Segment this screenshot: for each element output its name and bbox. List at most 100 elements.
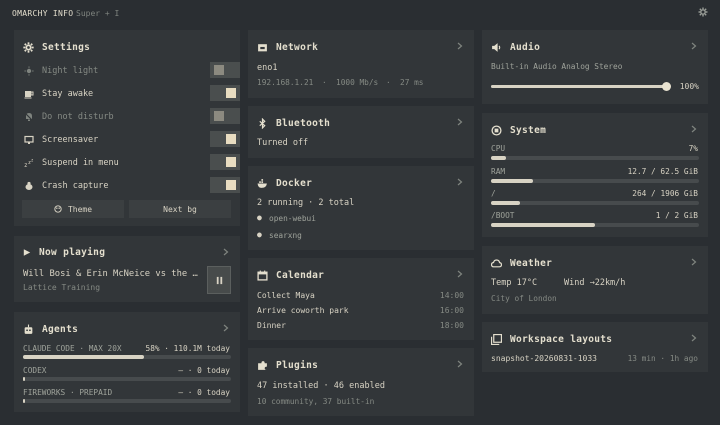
- setting-label: Crash capture: [42, 181, 109, 191]
- bluetooth-card[interactable]: Bluetooth Turned off: [248, 106, 474, 158]
- plugins-card[interactable]: Plugins 47 installed · 46 enabled 10 com…: [248, 348, 474, 416]
- container-status-dot: ●: [257, 213, 262, 222]
- event-name: Dinner: [257, 321, 286, 330]
- now-playing-card[interactable]: Now playing Will Bosi & Erin McNeice vs …: [14, 236, 240, 302]
- network-ip: 192.168.1.21: [257, 78, 314, 87]
- agent-name: FIREWORKS · PREPAID: [23, 388, 113, 397]
- agent-usage-bar: [23, 377, 231, 381]
- plugins-detail: 10 community, 37 built-in: [257, 397, 375, 406]
- stay-awake-toggle[interactable]: [210, 85, 240, 101]
- network-title: Network: [257, 42, 318, 53]
- event-time: 16:00: [439, 306, 464, 315]
- calendar-card[interactable]: Calendar Collect Maya 14:00 Arrive cowor…: [248, 258, 474, 340]
- network-card[interactable]: Network eno1 192.168.1.21 · 1000 Mb/s · …: [248, 30, 474, 98]
- chevron-right-icon[interactable]: [457, 270, 463, 278]
- chevron-right-icon[interactable]: [691, 258, 697, 266]
- chevron-right-icon[interactable]: [223, 324, 229, 332]
- agent-usage-bar: [23, 399, 231, 403]
- robot-icon: [24, 324, 33, 334]
- crash-capture-toggle[interactable]: [210, 177, 240, 193]
- system-metric-name: /BOOT: [491, 211, 515, 220]
- next-bg-button[interactable]: Next bg: [129, 200, 231, 218]
- setting-do-not-disturb: Do not disturb: [24, 108, 242, 126]
- pause-icon: [216, 276, 223, 285]
- screensaver-toggle[interactable]: [210, 131, 240, 147]
- pause-button[interactable]: [207, 266, 231, 294]
- system-metric-name: RAM: [491, 167, 506, 176]
- setting-stay-awake: Stay awake: [24, 85, 242, 103]
- calendar-icon: [257, 270, 268, 281]
- chevron-right-icon[interactable]: [691, 334, 697, 342]
- agents-title: Agents: [23, 324, 78, 335]
- system-metric-bar: [491, 156, 699, 160]
- system-card[interactable]: System CPU 7% RAM 12.7 / 62.5 GiB / 264 …: [482, 113, 708, 237]
- workspace-card[interactable]: Workspace layouts snapshot-20260831-1033…: [482, 322, 708, 372]
- layout-icon: [491, 334, 502, 345]
- weather-card[interactable]: Weather Temp 17°C Wind →22km/h City of L…: [482, 246, 708, 314]
- event-time: 14:00: [439, 291, 464, 300]
- shortcut-hint: Super + I: [76, 9, 120, 18]
- chevron-right-icon[interactable]: [457, 118, 463, 126]
- chevron-right-icon[interactable]: [457, 178, 463, 186]
- setting-label: Suspend in menu: [42, 158, 119, 168]
- svg-text:z: z: [31, 158, 34, 163]
- theme-button[interactable]: Theme: [22, 200, 124, 218]
- top-bar: OMARCHY INFO Super + I: [0, 0, 720, 28]
- setting-label: Screensaver: [42, 135, 99, 145]
- plugins-title: Plugins: [257, 360, 318, 371]
- bluetooth-title-label: Bluetooth: [276, 118, 331, 129]
- network-speed: 1000 Mb/s: [336, 78, 379, 87]
- bluetooth-status: Turned off: [257, 138, 309, 148]
- event-time: 18:00: [439, 321, 464, 330]
- workspace-snapshot[interactable]: snapshot-20260831-1033: [491, 354, 597, 363]
- theme-button-label: Theme: [67, 204, 93, 214]
- night-light-toggle[interactable]: [210, 62, 240, 78]
- do-not-disturb-toggle[interactable]: [210, 108, 240, 124]
- chevron-right-icon[interactable]: [457, 42, 463, 50]
- speaker-icon: [492, 43, 501, 52]
- plugins-summary: 47 installed · 46 enabled: [257, 381, 385, 391]
- chevron-right-icon[interactable]: [223, 248, 229, 256]
- gear-icon[interactable]: [698, 7, 708, 17]
- sun-dim-icon: [24, 66, 34, 76]
- system-metric-value: 264 / 1906 GiB: [632, 189, 698, 198]
- cloud-icon: [491, 259, 502, 268]
- settings-title: Settings: [23, 42, 90, 53]
- monitor-icon: [24, 135, 34, 144]
- network-latency: 27 ms: [400, 78, 424, 87]
- calendar-title: Calendar: [257, 270, 324, 281]
- network-interface: eno1: [257, 63, 278, 73]
- docker-whale-icon: [257, 179, 267, 188]
- agent-name: CLAUDE CODE · MAX 20X: [23, 344, 122, 353]
- separator: ·: [322, 78, 327, 87]
- palette-icon: [54, 205, 62, 213]
- volume-value: 100%: [679, 82, 699, 91]
- docker-title: Docker: [257, 178, 312, 189]
- workspace-snapshot-meta: 13 min · 1h ago: [627, 354, 698, 363]
- docker-summary: 2 running · 2 total: [257, 198, 355, 208]
- setting-screensaver: Screensaver: [24, 131, 242, 149]
- container-status-dot: ●: [257, 230, 262, 239]
- bug-icon: [25, 181, 33, 190]
- weather-location: City of London: [491, 294, 557, 303]
- network-title-label: Network: [276, 42, 319, 53]
- suspend-in-menu-toggle[interactable]: [210, 154, 240, 170]
- coffee-icon: [24, 91, 34, 99]
- chevron-right-icon[interactable]: [691, 125, 697, 133]
- setting-crash-capture: Crash capture: [24, 177, 242, 195]
- weather-wind: Wind →22km/h: [564, 278, 626, 288]
- chevron-right-icon[interactable]: [691, 42, 697, 50]
- now-playing-title: Now playing: [23, 247, 105, 258]
- agents-card: Agents CLAUDE CODE · MAX 20X 58% · 110.1…: [14, 312, 240, 412]
- system-metric-name: CPU: [491, 144, 506, 153]
- volume-slider[interactable]: [491, 82, 671, 91]
- weather-title: Weather: [491, 258, 552, 269]
- docker-card[interactable]: Docker 2 running · 2 total ● open-webui …: [248, 166, 474, 250]
- bluetooth-icon: [259, 118, 266, 129]
- system-metric-value: 12.7 / 62.5 GiB: [627, 167, 698, 176]
- play-icon: [23, 249, 31, 256]
- agent-usage-bar: [23, 355, 231, 359]
- system-metric-bar: [491, 179, 699, 183]
- chevron-right-icon[interactable]: [457, 360, 463, 368]
- volume-slider-knob[interactable]: [662, 82, 671, 91]
